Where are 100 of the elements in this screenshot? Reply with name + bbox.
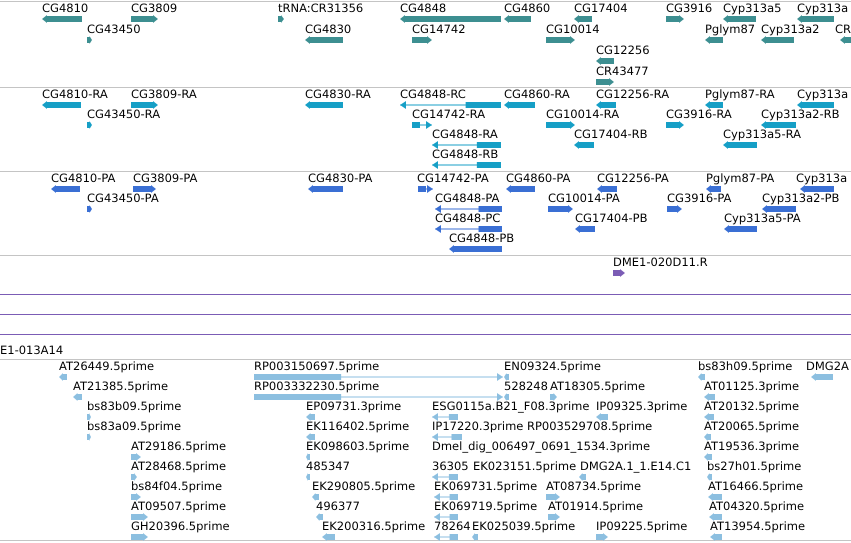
feature-label: CG4860-PA (506, 171, 570, 185)
feature-label: CG4830-PA (308, 171, 372, 185)
feature-label: DMG2A (806, 359, 849, 373)
feature-label: RP003529708.5prime (527, 419, 652, 433)
feature-label: AT16466.5prime (708, 479, 804, 493)
feature-label: AT19536.3prime (704, 439, 800, 453)
feature-label: CR (835, 22, 851, 36)
feature-label: bs83h09.5prime (698, 359, 792, 373)
feature-label: EK116402.5prime (306, 419, 410, 433)
feature-label: CG43450-RA (87, 107, 160, 121)
feature-label: tRNA:CR31356 (278, 1, 364, 15)
feature-label: CG12256-PA (597, 171, 669, 185)
feature-label: EK023151.5prime (473, 459, 576, 473)
feature-label: Cyp313a2-RB (761, 107, 840, 121)
feature-label: Pglym87-PA (706, 171, 774, 185)
feature-label: CG4848-RB (432, 147, 498, 161)
feature-label: CG4848-PC (435, 211, 500, 225)
feature-label: RP003332230.5prime (254, 379, 380, 393)
feature-label: CG12256-RA (596, 87, 670, 101)
feature-label: 36305 (432, 459, 469, 473)
feature-label: EK025039.5prime (472, 519, 576, 533)
feature-label: AT28468.5prime (131, 459, 226, 473)
feature-label: bs83a09.5prime (87, 419, 182, 433)
feature-label: CG14742 (412, 22, 466, 36)
feature-label: EK069731.5prime (434, 479, 538, 493)
feature-label: 528248 (504, 379, 548, 393)
feature-label: Cyp313a5-RA (723, 127, 801, 141)
feature-label: 496377 (316, 499, 360, 513)
feature-label: Cyp313a2 (761, 22, 820, 36)
feature-label: Pglym87 (705, 22, 756, 36)
feature-label: CG17404-RB (574, 127, 648, 141)
feature-label: CG4830 (305, 22, 352, 36)
feature-label: EK290805.5prime (312, 479, 416, 493)
feature-label: CG3809-PA (133, 171, 198, 185)
feature-label: CG4810-PA (51, 171, 116, 185)
feature-label: CG10014 (546, 22, 600, 36)
feature-label: CG17404 (574, 1, 628, 15)
feature-label: EP09731.3prime (306, 399, 402, 413)
feature-label: Cyp313a5-PA (724, 211, 801, 225)
feature-label: Dmel_dig_006497_0691_1534.3prime (432, 439, 650, 453)
feature-label: DME1-020D11.R (613, 255, 708, 269)
feature-label: IP09325.3prime (596, 399, 688, 413)
feature-label: DMG2A.1_1.E14.C1 (580, 459, 692, 473)
feature-label: 485347 (306, 459, 350, 473)
feature-label: Cyp313a (797, 1, 848, 15)
feature-label: CG4830-RA (305, 87, 371, 101)
feature-label: CG4810-RA (42, 87, 108, 101)
feature-label: CG17404-PB (575, 211, 648, 225)
feature-label: AT13954.5prime (710, 519, 806, 533)
feature-label: GH20396.5prime (131, 519, 230, 533)
feature-label: IP09225.5prime (596, 519, 688, 533)
feature-label: CG4848-RC (400, 87, 466, 101)
feature-label: AT26449.5prime (59, 359, 154, 373)
feature-label: Cyp313a2-PB (762, 191, 840, 205)
feature-label: 78264 (434, 519, 471, 533)
feature-label: CG3916-PA (667, 191, 732, 205)
feature-label: Cyp313a (797, 87, 848, 101)
feature-label: CG4848-RA (432, 127, 498, 141)
feature-label: AT21385.5prime (73, 379, 168, 393)
feature-label: CG4848-PA (435, 191, 500, 205)
feature-label: CR43477 (596, 64, 649, 78)
feature-label: CG3809 (131, 1, 178, 15)
feature-label: bs83b09.5prime (87, 399, 182, 413)
feature-label: EK069719.5prime (434, 499, 538, 513)
feature-label: CG43450-PA (87, 191, 159, 205)
feature-label: CG4860 (504, 1, 550, 15)
feature-label: CG4848-PB (449, 231, 514, 245)
feature-label: CG4810 (42, 1, 88, 15)
feature-label: CG14742-RA (412, 107, 486, 121)
feature-label: bs84f04.5prime (131, 479, 222, 493)
feature-label: AT08734.5prime (546, 479, 642, 493)
feature-label: EN09324.5prime (504, 359, 601, 373)
feature-label: CG10014-RA (546, 107, 620, 121)
feature-label: IP17220.3prime (432, 419, 524, 433)
feature-label: RP003150697.5prime (254, 359, 380, 373)
feature-label: E1-013A14 (0, 343, 64, 357)
feature-label: Cyp313a (796, 171, 848, 185)
feature-label: AT01914.5prime (548, 499, 644, 513)
feature-label: CG4848 (400, 1, 446, 15)
feature-label: bs27h01.5prime (707, 459, 802, 473)
feature-label: CG12256 (596, 43, 650, 57)
feature-label: CG43450 (87, 22, 141, 36)
feature-label: CG3916 (666, 1, 712, 15)
feature-label: Cyp313a5 (723, 1, 782, 15)
feature-label: AT01125.3prime (704, 379, 800, 393)
feature-label: AT04320.5prime (709, 499, 804, 513)
feature-label: Pglym87-RA (705, 87, 775, 101)
feature-label: CG3916-RA (666, 107, 732, 121)
feature-label: CG10014-PA (548, 191, 620, 205)
feature-label: EK098603.5prime (306, 439, 410, 453)
feature-label: ESG0115a.B21_F08.3prime (432, 399, 590, 413)
feature-label: AT18305.5prime (550, 379, 646, 393)
feature-label: AT09507.5prime (131, 499, 226, 513)
feature-label: AT29186.5prime (131, 439, 226, 453)
feature-label: EK200316.5prime (322, 519, 426, 533)
feature-label: AT20065.5prime (704, 419, 800, 433)
feature-label: AT20132.5prime (704, 399, 800, 413)
feature-label: CG4860-RA (504, 87, 570, 101)
feature-label: CG3809-RA (131, 87, 197, 101)
feature-label: CG14742-PA (417, 171, 489, 185)
